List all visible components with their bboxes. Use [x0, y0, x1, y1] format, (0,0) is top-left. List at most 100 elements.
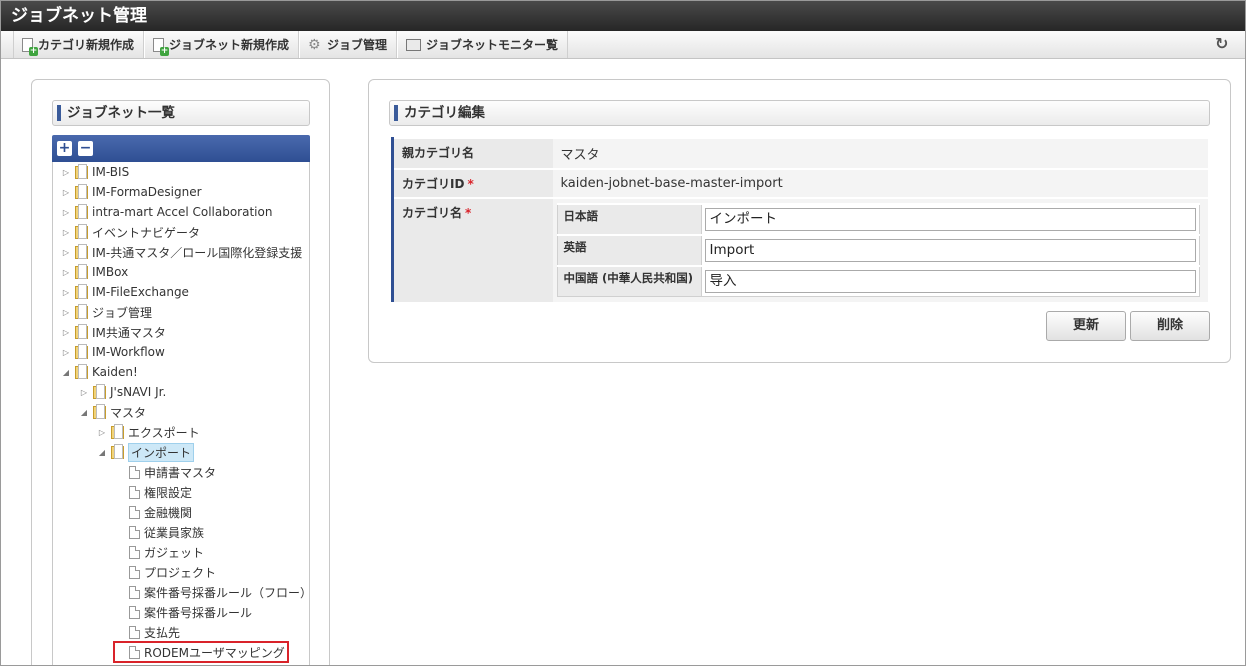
update-button[interactable]: 更新	[1046, 311, 1126, 341]
tree-folder-item[interactable]: ▷ J'sNAVI Jr.	[79, 383, 166, 401]
tree-item-label: IM-共通マスタ／ロール国際化登録支援	[92, 245, 303, 260]
document-icon	[129, 645, 140, 659]
name-input-zh[interactable]: 导入	[704, 270, 1196, 293]
tree-leaf-item[interactable]: プロジェクト	[115, 563, 216, 581]
tree-leaf-item[interactable]: 支払先	[115, 623, 180, 641]
collapsed-arrow-icon[interactable]: ▷	[61, 328, 71, 337]
delete-button[interactable]: 削除	[1130, 311, 1210, 341]
tree-leaf-item[interactable]: 権限設定	[115, 483, 192, 501]
document-icon	[129, 545, 140, 559]
jobnet-tree: ▷ IM-BIS ▷ IM-FormaDesigner ▷ intra-mart Acce…	[52, 162, 310, 665]
tree-folder-item[interactable]: ◢ インポート	[97, 442, 195, 462]
tree-folder-item[interactable]: ▷ IM-FileExchange	[61, 283, 189, 301]
collapsed-arrow-icon[interactable]: ▷	[61, 188, 71, 197]
lang-label-ja: 日本語	[556, 203, 702, 236]
document-icon	[129, 525, 140, 539]
job-management-label: ジョブ管理	[327, 38, 388, 52]
folder-icon	[75, 303, 88, 319]
collapsed-arrow-icon[interactable]: ▷	[61, 308, 71, 317]
tree-item-label: 権限設定	[144, 485, 193, 500]
tree-leaf-item[interactable]: 案件番号採番ルール	[115, 603, 252, 621]
folder-icon	[75, 203, 88, 219]
tree-folder-item[interactable]: ▷ IMBox	[61, 263, 128, 281]
tree-leaf-item[interactable]: 申請書マスタ	[115, 463, 216, 481]
tree-folder-item[interactable]: ▷ IM-共通マスタ／ロール国際化登録支援	[61, 243, 302, 261]
document-icon	[129, 565, 140, 579]
tree-leaf-item[interactable]: ガジェット	[115, 543, 204, 561]
lang-label-en: 英語	[556, 234, 702, 267]
collapsed-arrow-icon[interactable]: ▷	[61, 168, 71, 177]
required-mark: *	[465, 206, 472, 220]
create-category-label: カテゴリ新規作成	[38, 38, 135, 52]
collapsed-arrow-icon[interactable]: ▷	[97, 428, 107, 437]
collapsed-arrow-icon[interactable]: ▷	[61, 288, 71, 297]
tree-item-label: Kaiden!	[92, 365, 138, 379]
collapsed-arrow-icon[interactable]: ▷	[61, 348, 71, 357]
expanded-arrow-icon[interactable]: ◢	[79, 408, 89, 417]
name-input-ja[interactable]: インポート	[704, 208, 1196, 231]
tree-leaf-item[interactable]: 金融機関	[115, 503, 192, 521]
tree-folder-item[interactable]: ▷ IM-FormaDesigner	[61, 183, 202, 201]
collapsed-arrow-icon[interactable]: ▷	[61, 248, 71, 257]
folder-icon	[75, 343, 88, 359]
tree-item-label: IM-Workflow	[92, 345, 165, 359]
tree-folder-item[interactable]: ▷ IM-BIS	[61, 163, 129, 181]
folder-icon	[111, 423, 124, 439]
document-icon	[129, 465, 140, 479]
expanded-arrow-icon[interactable]: ◢	[97, 448, 107, 457]
collapsed-arrow-icon[interactable]: ▷	[61, 208, 71, 217]
parent-category-label: 親カテゴリ名	[391, 137, 553, 169]
tree-leaf-item[interactable]: RODEMユーザマッピング	[113, 641, 289, 663]
tree-folder-item[interactable]: ▷ IM-Workflow	[61, 343, 165, 361]
parent-category-label-text: 親カテゴリ名	[402, 146, 475, 160]
tree-leaf-item[interactable]: 従業員家族	[115, 523, 204, 541]
localized-names-table: 日本語 インポート 英語 Import 中国語 (中華人民共和国) 导入	[556, 203, 1200, 297]
job-management-button[interactable]: ⚙ ジョブ管理	[299, 31, 398, 58]
folder-icon	[75, 243, 88, 259]
folder-icon	[75, 163, 88, 179]
create-jobnet-label: ジョブネット新規作成	[169, 38, 290, 52]
tree-leaf-item[interactable]: 案件番号採番ルール（フロー）	[115, 583, 309, 601]
create-jobnet-button[interactable]: ジョブネット新規作成	[144, 31, 300, 58]
collapsed-arrow-icon[interactable]: ▷	[61, 228, 71, 237]
reload-icon[interactable]: ↻	[1215, 36, 1231, 52]
jobnet-list-panel: ジョブネット一覧 + − ▷ IM-BIS ▷ IM-FormaDesigner ▷ in…	[31, 79, 330, 665]
category-name-label: カテゴリ名 *	[391, 197, 553, 302]
tree-item-label: IM-FileExchange	[92, 285, 189, 299]
tree-item-label: ジョブ管理	[92, 305, 153, 320]
collapse-all-icon[interactable]: −	[78, 141, 93, 156]
tree-folder-item[interactable]: ◢ Kaiden!	[61, 363, 138, 381]
name-input-en[interactable]: Import	[704, 239, 1196, 262]
create-category-button[interactable]: カテゴリ新規作成	[13, 31, 145, 58]
required-mark: *	[467, 177, 474, 191]
app-title: ジョブネット管理	[1, 1, 1245, 31]
expanded-arrow-icon[interactable]: ◢	[61, 368, 71, 377]
tree-folder-item[interactable]: ▷ ジョブ管理	[61, 303, 152, 321]
document-icon	[129, 585, 140, 599]
category-name-cell: 日本語 インポート 英語 Import 中国語 (中華人民共和国) 导入	[552, 197, 1208, 302]
tree-folder-item[interactable]: ▷ イベントナビゲータ	[61, 223, 200, 241]
jobnet-monitor-button[interactable]: ジョブネットモニター覧	[397, 31, 569, 58]
category-id-label-text: カテゴリID	[402, 177, 465, 191]
tree-item-label: IMBox	[92, 265, 129, 279]
expand-all-icon[interactable]: +	[57, 141, 72, 156]
tree-folder-item[interactable]: ▷ エクスポート	[97, 423, 200, 441]
tree-item-label: プロジェクト	[144, 565, 217, 580]
tree-item-label: IM-FormaDesigner	[92, 185, 202, 199]
tree-folder-item[interactable]: ▷ IM共通マスタ	[61, 323, 166, 341]
folder-icon	[75, 263, 88, 279]
collapsed-arrow-icon[interactable]: ▷	[79, 388, 89, 397]
new-document-icon	[22, 37, 38, 56]
tree-item-label: 金融機関	[144, 505, 193, 520]
tree-item-label: マスタ	[110, 405, 147, 420]
document-icon	[129, 485, 140, 499]
tree-folder-item[interactable]: ◢ マスタ	[79, 403, 146, 421]
folder-icon	[75, 363, 88, 379]
tree-item-label: 支払先	[144, 625, 181, 640]
collapsed-arrow-icon[interactable]: ▷	[61, 268, 71, 277]
folder-icon	[75, 183, 88, 199]
tree-item-label: 案件番号採番ルール	[144, 605, 253, 620]
tree-item-label: intra-mart Accel Collaboration	[92, 205, 273, 219]
name-cell-zh: 导入	[700, 265, 1200, 297]
tree-folder-item[interactable]: ▷ intra-mart Accel Collaboration	[61, 203, 272, 221]
